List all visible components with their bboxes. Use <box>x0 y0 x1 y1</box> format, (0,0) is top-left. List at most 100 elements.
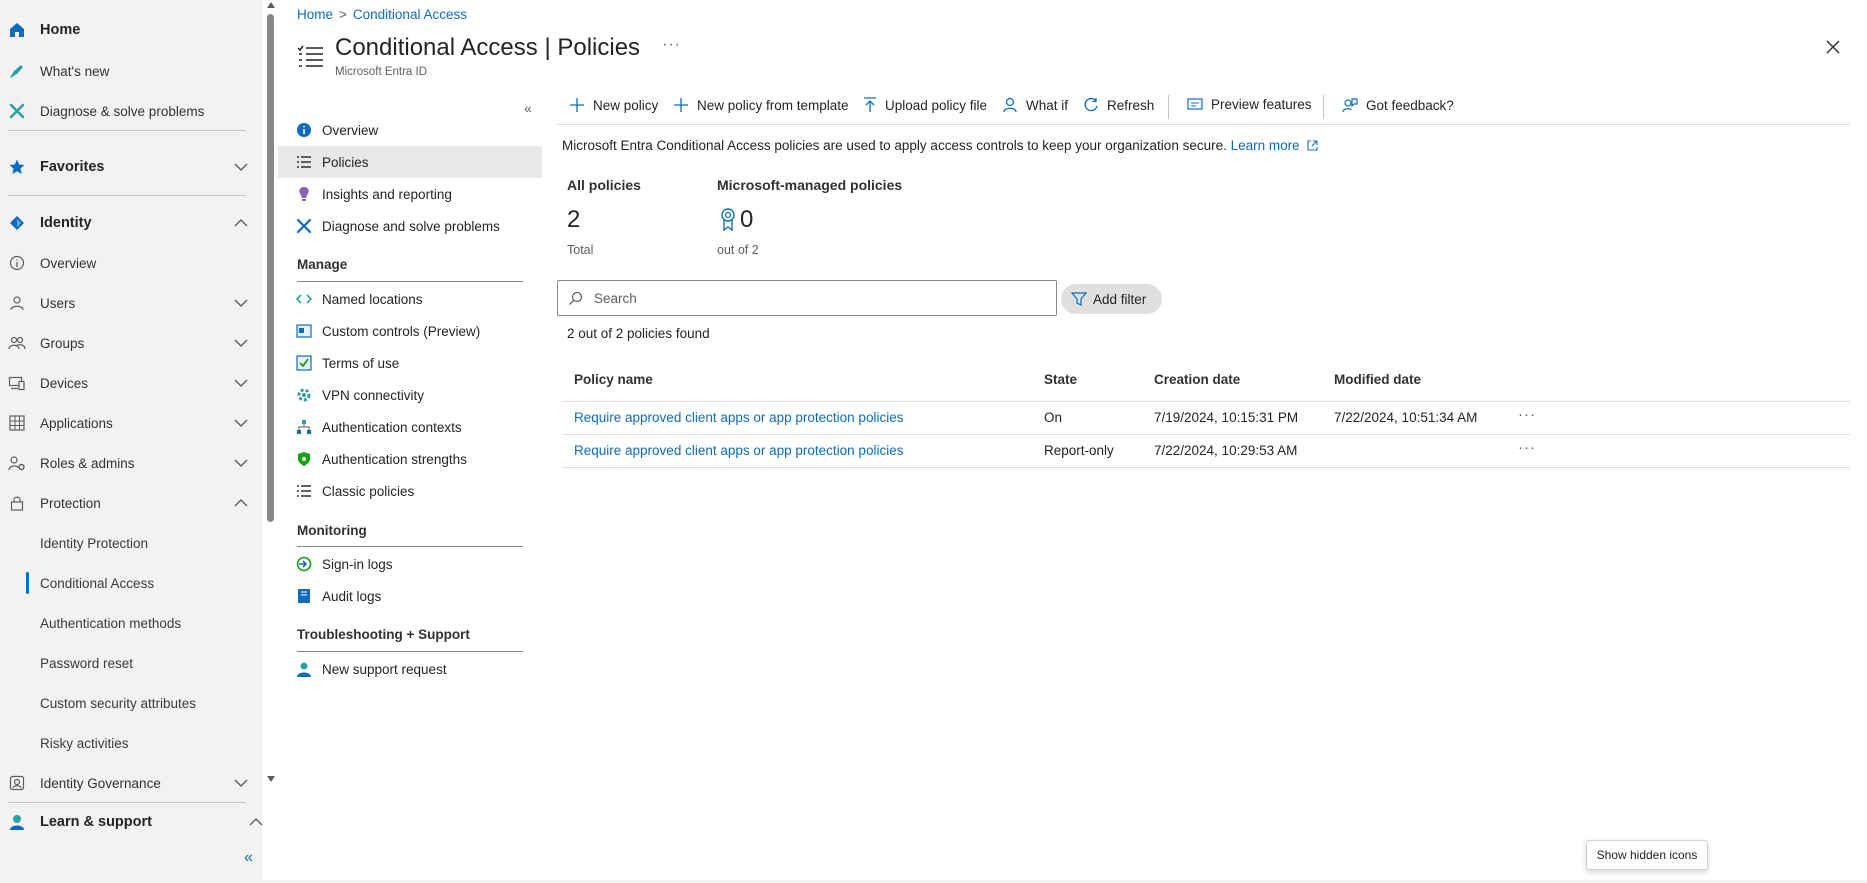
menu-named-locations[interactable]: Named locations <box>278 283 542 315</box>
list-icon <box>296 483 312 499</box>
search-box[interactable] <box>557 280 1057 316</box>
menu-section-monitoring: Monitoring <box>297 523 367 538</box>
row-more-button[interactable]: ··· <box>1518 406 1536 423</box>
left-nav-scrollbar[interactable] <box>265 0 277 790</box>
info-circle-icon <box>296 122 312 138</box>
nav-devices-label: Devices <box>40 375 89 391</box>
column-header-modified-date[interactable]: Modified date <box>1334 372 1421 387</box>
nav-protection[interactable]: Protection <box>0 485 262 521</box>
policy-state: Report-only <box>1044 443 1114 458</box>
nav-authentication-methods[interactable]: Authentication methods <box>0 605 262 641</box>
nav-password-reset[interactable]: Password reset <box>0 645 262 681</box>
add-filter-label: Add filter <box>1093 291 1147 307</box>
policy-name-link[interactable]: Require approved client apps or app prot… <box>574 443 903 458</box>
identity-diamond-icon <box>8 214 26 232</box>
nav-identity-governance[interactable]: Identity Governance <box>0 765 262 801</box>
chevron-down-icon[interactable] <box>233 295 249 311</box>
new-policy-button[interactable]: New policy <box>569 97 658 113</box>
new-policy-from-template-button[interactable]: New policy from template <box>673 97 849 113</box>
column-header-policy-name[interactable]: Policy name <box>574 372 653 387</box>
search-input[interactable] <box>594 290 1034 306</box>
nav-divider <box>8 195 246 196</box>
menu-policies[interactable]: Policies <box>278 146 542 178</box>
nav-devices[interactable]: Devices <box>0 365 262 401</box>
upload-policy-file-button[interactable]: Upload policy file <box>863 97 987 113</box>
what-if-button[interactable]: What if <box>1002 97 1068 113</box>
menu-terms-of-use[interactable]: Terms of use <box>278 347 542 379</box>
menu-overview[interactable]: Overview <box>278 114 542 146</box>
new-policy-label: New policy <box>593 97 659 113</box>
learn-more-label: Learn more <box>1230 138 1300 153</box>
nav-overview[interactable]: Overview <box>0 245 262 281</box>
menu-audit-logs[interactable]: Audit logs <box>278 580 542 612</box>
chevron-down-icon[interactable] <box>233 455 249 471</box>
nav-applications-label: Applications <box>40 415 113 431</box>
nav-applications[interactable]: Applications <box>0 405 262 441</box>
left-navigation: Home What's new Diagnose & solve problem… <box>0 0 264 883</box>
chevron-down-icon[interactable] <box>233 335 249 351</box>
show-hidden-icons-tooltip: Show hidden icons <box>1586 840 1708 870</box>
breadcrumb-conditional-access[interactable]: Conditional Access <box>353 7 467 22</box>
menu-diagnose[interactable]: Diagnose and solve problems <box>278 210 542 242</box>
page-more-button[interactable]: ··· <box>662 36 681 54</box>
nav-diagnose[interactable]: Diagnose & solve problems <box>0 93 262 129</box>
menu-vpn[interactable]: VPN connectivity <box>278 379 542 411</box>
nav-users[interactable]: Users <box>0 285 262 321</box>
nav-roles-admins[interactable]: Roles & admins <box>0 445 262 481</box>
menu-insights-label: Insights and reporting <box>322 186 452 202</box>
nav-roles-admins-label: Roles & admins <box>40 455 135 471</box>
row-more-button[interactable]: ··· <box>1518 439 1536 456</box>
chevron-up-icon[interactable] <box>248 814 264 830</box>
column-header-state[interactable]: State <box>1044 372 1077 387</box>
menu-insights[interactable]: Insights and reporting <box>278 178 542 210</box>
menu-divider <box>297 546 523 547</box>
column-header-creation-date[interactable]: Creation date <box>1154 372 1240 387</box>
policy-name-link[interactable]: Require approved client apps or app prot… <box>574 410 903 425</box>
breadcrumb-home[interactable]: Home <box>297 7 333 22</box>
user-icon <box>8 294 26 312</box>
add-filter-button[interactable]: Add filter <box>1061 284 1162 314</box>
menu-custom-controls[interactable]: Custom controls (Preview) <box>278 315 542 347</box>
policy-modified-date: 7/22/2024, 10:51:34 AM <box>1334 410 1478 425</box>
new-policy-from-template-label: New policy from template <box>697 97 849 113</box>
scroll-up-arrow-icon[interactable] <box>266 0 276 10</box>
chevron-down-icon[interactable] <box>233 375 249 391</box>
close-icon[interactable] <box>1824 38 1842 56</box>
preview-features-button[interactable]: Preview features <box>1187 97 1312 112</box>
got-feedback-button[interactable]: Got feedback? <box>1342 97 1454 113</box>
all-policies-sub: Total <box>567 243 594 257</box>
devices-icon <box>8 374 26 392</box>
menu-auth-strengths[interactable]: Authentication strengths <box>278 443 542 475</box>
nav-conditional-access[interactable]: Conditional Access <box>0 565 262 601</box>
learn-more-link[interactable]: Learn more <box>1231 138 1319 153</box>
policy-state: On <box>1044 410 1063 425</box>
menu-signin-logs[interactable]: Sign-in logs <box>278 548 542 580</box>
chevron-down-icon[interactable] <box>233 415 249 431</box>
collapse-nav-button[interactable]: « <box>244 849 253 867</box>
chevron-down-icon[interactable] <box>233 159 249 175</box>
nav-custom-security-attributes[interactable]: Custom security attributes <box>0 685 262 721</box>
menu-diagnose-label: Diagnose and solve problems <box>322 218 500 234</box>
nav-identity-protection[interactable]: Identity Protection <box>0 525 262 561</box>
nav-risky-activities[interactable]: Risky activities <box>0 725 262 761</box>
scrollbar-thumb[interactable] <box>267 14 274 522</box>
menu-terms-of-use-label: Terms of use <box>322 355 400 371</box>
tools-icon <box>296 218 312 234</box>
scroll-down-arrow-icon[interactable] <box>266 774 276 784</box>
nav-learn-support[interactable]: Learn & support <box>0 803 264 841</box>
nav-favorites[interactable]: Favorites <box>0 149 262 185</box>
menu-auth-contexts[interactable]: Authentication contexts <box>278 411 542 443</box>
code-arrows-icon <box>296 291 312 307</box>
chevron-up-icon[interactable] <box>233 495 249 511</box>
menu-new-support-request[interactable]: New support request <box>278 653 542 685</box>
nav-identity[interactable]: Identity <box>0 205 262 241</box>
chevron-down-icon[interactable] <box>233 775 249 791</box>
nav-home[interactable]: Home <box>0 12 262 48</box>
list-icon <box>296 154 312 170</box>
refresh-button[interactable]: Refresh <box>1083 97 1154 113</box>
chevron-up-icon[interactable] <box>233 215 249 231</box>
menu-classic-policies[interactable]: Classic policies <box>278 475 542 507</box>
refresh-icon <box>1084 97 1098 112</box>
nav-whats-new[interactable]: What's new <box>0 53 262 89</box>
nav-groups[interactable]: Groups <box>0 325 262 361</box>
